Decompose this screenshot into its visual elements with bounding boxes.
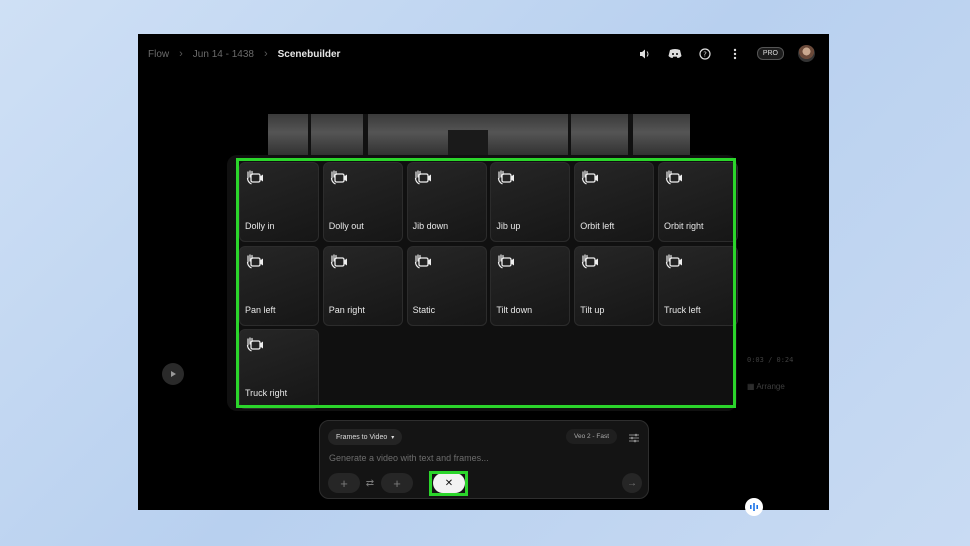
more-vert-icon[interactable] [727, 46, 743, 62]
caret-down-icon: ▾ [391, 434, 395, 441]
top-bar: Flow › Jun 14 - 1438 › Scenebuilder ? PR… [138, 34, 829, 76]
camera-motion-jib-up[interactable]: Jib up [490, 162, 571, 242]
camera-hand-icon [246, 253, 264, 270]
camera-motion-label: Jib up [496, 221, 521, 231]
prompt-box: Frames to Video ▾ Veo 2 - Fast Generate … [319, 420, 649, 499]
arrange-button[interactable]: ▦ Arrange [747, 382, 785, 391]
add-start-frame-button[interactable]: + [328, 473, 360, 493]
breadcrumb: Flow › Jun 14 - 1438 › Scenebuilder [148, 48, 340, 60]
camera-hand-icon [497, 253, 515, 270]
camera-hand-icon [330, 170, 348, 186]
camera-motion-grid: Dolly in Dolly out Jib down Jib up Orbit lef… [239, 162, 738, 409]
volume-icon[interactable] [637, 46, 653, 62]
chevron-right-icon: › [179, 48, 183, 60]
play-icon[interactable] [162, 363, 184, 385]
camera-motion-label: Orbit right [663, 221, 704, 231]
camera-motion-truck-right[interactable]: Truck right [239, 329, 319, 409]
camera-hand-icon [246, 170, 264, 186]
camera-motion-truck-left[interactable]: Truck left [657, 245, 738, 326]
camera-motion-label: Dolly in [245, 221, 275, 231]
camera-motion-label: Dolly out [328, 221, 364, 231]
plus-icon: + [340, 475, 348, 491]
camera-motion-dolly-in[interactable]: Dolly in [239, 162, 319, 242]
camera-hand-icon [581, 253, 599, 270]
tune-icon[interactable] [628, 431, 640, 443]
send-button[interactable]: → [622, 473, 642, 493]
mode-dropdown[interactable]: Frames to Video ▾ [328, 429, 403, 445]
camera-motion-pan-left[interactable]: Pan left [239, 245, 319, 326]
camera-motion-label: Orbit left [580, 221, 615, 231]
discord-icon[interactable] [667, 46, 683, 62]
camera-motion-orbit-right[interactable]: Orbit right [657, 162, 738, 242]
plus-icon: + [393, 475, 401, 491]
timecode: 0:03 / 0:24 [747, 356, 794, 364]
prompt-input[interactable]: Generate a video with text and frames... [329, 453, 489, 463]
pro-badge: PRO [756, 47, 784, 60]
add-end-frame-button[interactable]: + [381, 473, 413, 493]
camera-hand-icon [665, 170, 683, 186]
camera-hand-icon [330, 253, 348, 270]
camera-motion-label: Static [412, 304, 436, 315]
svg-text:?: ? [703, 50, 707, 58]
camera-motion-tilt-down[interactable]: Tilt down [490, 245, 571, 326]
camera-motion-jib-down[interactable]: Jib down [406, 162, 487, 242]
close-camera-button[interactable]: ✕ [433, 473, 465, 493]
model-chip[interactable]: Veo 2 - Fast [566, 429, 618, 444]
camera-motion-label: Tilt down [496, 304, 533, 315]
camera-hand-icon [414, 253, 432, 270]
camera-hand-icon [665, 253, 683, 270]
camera-motion-label: Pan right [328, 304, 365, 315]
camera-motion-dolly-out[interactable]: Dolly out [322, 162, 403, 242]
audio-bars-icon[interactable] [745, 498, 763, 516]
arrange-icon: ▦ [747, 382, 757, 391]
camera-hand-icon [497, 170, 515, 186]
swap-icon[interactable]: ⇄ [363, 476, 377, 490]
mode-label: Frames to Video [336, 433, 388, 441]
camera-motion-label: Jib down [412, 221, 449, 231]
top-actions: ? PRO [637, 45, 815, 62]
scene-thumbnail [268, 114, 690, 160]
camera-motion-tilt-up[interactable]: Tilt up [574, 245, 655, 326]
camera-motion-label: Pan left [245, 304, 276, 315]
camera-motion-orbit-left[interactable]: Orbit left [574, 162, 655, 242]
camera-hand-icon [414, 170, 432, 186]
breadcrumb-project[interactable]: Jun 14 - 1438 [193, 49, 254, 60]
arrange-label: Arrange [756, 382, 785, 391]
camera-motion-label: Tilt up [580, 304, 605, 315]
help-icon[interactable]: ? [697, 46, 713, 62]
app-window: Flow › Jun 14 - 1438 › Scenebuilder ? PR… [138, 34, 829, 510]
camera-motion-label: Truck right [245, 388, 288, 398]
camera-hand-icon [246, 337, 264, 353]
avatar[interactable] [798, 45, 815, 62]
arrow-right-icon: → [627, 477, 637, 489]
camera-hand-icon [581, 170, 599, 186]
breadcrumb-flow[interactable]: Flow [148, 49, 169, 60]
breadcrumb-current: Scenebuilder [277, 48, 341, 60]
chevron-right-icon: › [263, 48, 268, 60]
camera-motion-pan-right[interactable]: Pan right [322, 245, 403, 326]
close-icon: ✕ [444, 477, 454, 489]
camera-motion-label: Truck left [663, 304, 701, 315]
camera-motion-static[interactable]: Static [406, 245, 487, 326]
